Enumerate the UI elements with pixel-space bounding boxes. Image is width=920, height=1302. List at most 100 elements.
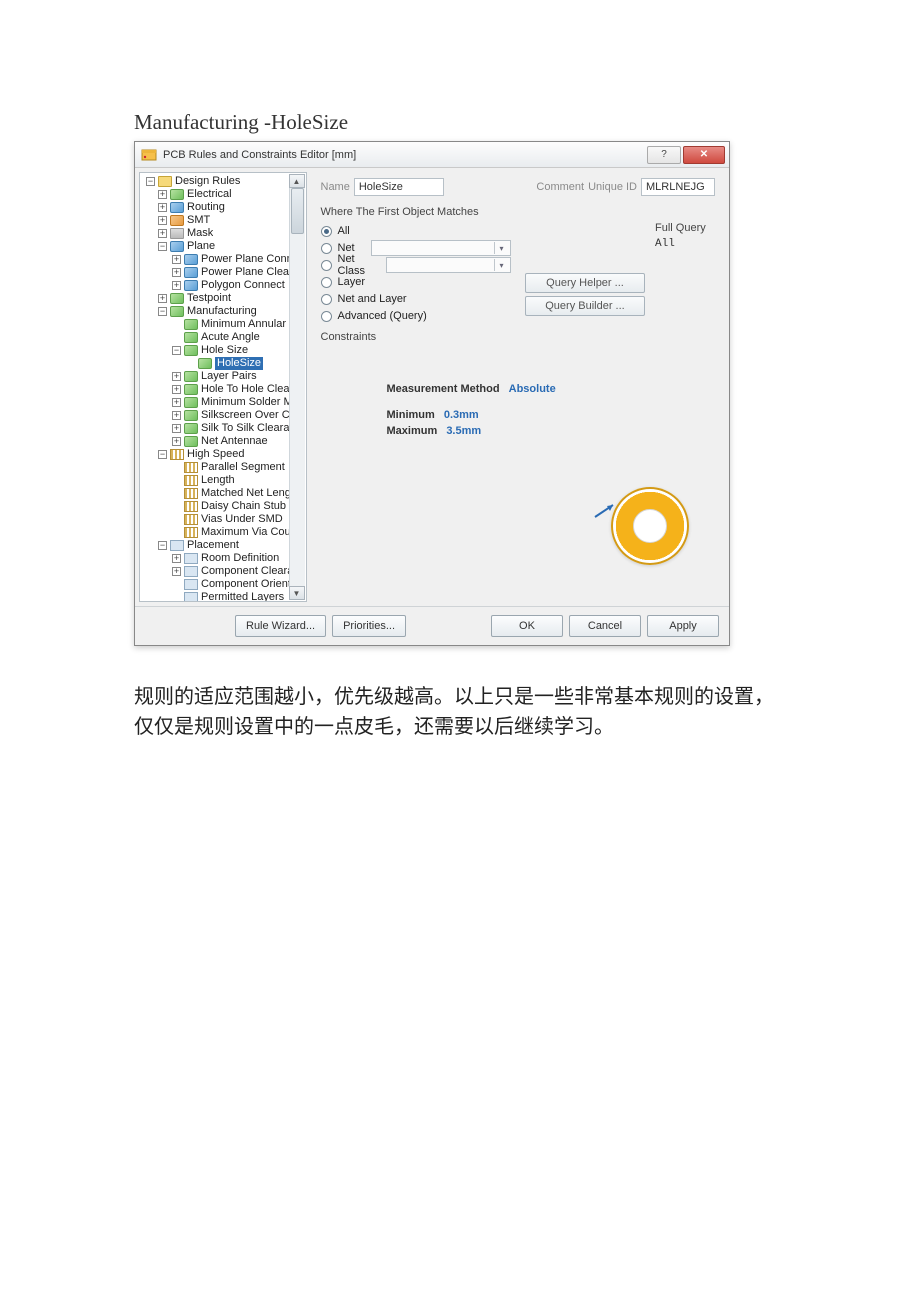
tree-item-manufacturing[interactable]: Manufacturing <box>187 305 257 318</box>
rule-icon <box>198 358 212 369</box>
expand-icon[interactable] <box>172 268 181 277</box>
rule-icon <box>184 423 198 434</box>
close-button[interactable] <box>683 146 725 164</box>
netclass-combo[interactable]: ▾ <box>386 257 511 273</box>
radio-all[interactable] <box>321 226 332 237</box>
radio-layer[interactable] <box>321 277 332 288</box>
radio-netclass-label: Net Class <box>338 253 380 277</box>
query-builder-button[interactable]: Query Builder ... <box>525 296 645 316</box>
expand-icon[interactable] <box>172 372 181 381</box>
scroll-down-button[interactable] <box>289 586 305 600</box>
tree-item[interactable]: Parallel Segment <box>201 461 285 474</box>
expand-icon[interactable] <box>158 307 167 316</box>
rule-icon <box>184 397 198 408</box>
expand-icon[interactable] <box>158 294 167 303</box>
scrollbar-track[interactable] <box>289 188 305 586</box>
full-query-value: All <box>655 238 715 250</box>
body-paragraph: 规则的适应范围越小，优先级越高。以上只是一些非常基本规则的设置，仅仅是规则设置中… <box>134 682 774 742</box>
category-icon <box>170 540 184 551</box>
scroll-up-button[interactable] <box>289 174 305 188</box>
radio-netlayer[interactable] <box>321 294 332 305</box>
tree-item[interactable]: Mask <box>187 227 213 240</box>
tree-item[interactable]: Placement <box>187 539 239 552</box>
tree-item[interactable]: Length <box>201 474 235 487</box>
uid-input[interactable] <box>641 178 715 196</box>
priorities-button[interactable]: Priorities... <box>332 615 406 637</box>
expand-icon[interactable] <box>158 190 167 199</box>
rules-tree[interactable]: Design Rules Electrical Routing SMT Mask… <box>139 172 307 602</box>
expand-icon[interactable] <box>172 281 181 290</box>
net-combo[interactable]: ▾ <box>371 240 511 256</box>
minimum-value[interactable]: 0.3mm <box>444 409 479 421</box>
folder-icon <box>158 176 172 187</box>
tree-item[interactable]: Testpoint <box>187 292 231 305</box>
tree-item[interactable]: Permitted Layers <box>201 591 284 602</box>
dialog-footer: Rule Wizard... Priorities... OK Cancel A… <box>135 606 729 645</box>
cancel-button[interactable]: Cancel <box>569 615 641 637</box>
radio-advanced[interactable] <box>321 311 332 322</box>
expand-icon[interactable] <box>158 203 167 212</box>
radio-netlayer-label: Net and Layer <box>338 293 407 305</box>
radio-netclass[interactable] <box>321 260 332 271</box>
tree-item[interactable]: Routing <box>187 201 225 214</box>
measurement-method-value[interactable]: Absolute <box>509 383 556 395</box>
expand-icon[interactable] <box>158 541 167 550</box>
tree-item-holesize-selected[interactable]: HoleSize <box>215 357 263 370</box>
rule-wizard-button[interactable]: Rule Wizard... <box>235 615 326 637</box>
expand-icon[interactable] <box>158 216 167 225</box>
expand-icon[interactable] <box>172 398 181 407</box>
tree-item[interactable]: Net Antennae <box>201 435 268 448</box>
window-title: PCB Rules and Constraints Editor [mm] <box>163 149 639 161</box>
radio-net[interactable] <box>321 243 332 254</box>
tree-item[interactable]: SMT <box>187 214 210 227</box>
expand-icon[interactable] <box>172 554 181 563</box>
expand-icon[interactable] <box>172 255 181 264</box>
minimum-label: Minimum <box>387 409 435 421</box>
category-icon <box>170 215 184 226</box>
tree-item[interactable]: Room Definition <box>201 552 279 565</box>
expand-icon[interactable] <box>172 567 181 576</box>
scrollbar-thumb[interactable] <box>291 188 304 234</box>
category-icon <box>170 189 184 200</box>
expand-icon[interactable] <box>158 229 167 238</box>
full-query-label: Full Query <box>655 222 715 234</box>
maximum-value[interactable]: 3.5mm <box>446 425 481 437</box>
query-helper-button[interactable]: Query Helper ... <box>525 273 645 293</box>
tree-item[interactable]: Hole Size <box>201 344 248 357</box>
rule-icon <box>184 371 198 382</box>
rule-settings-panel: Name Comment Unique ID Where The First O… <box>311 172 726 602</box>
expand-icon[interactable] <box>158 450 167 459</box>
expand-icon[interactable] <box>172 385 181 394</box>
expand-icon[interactable] <box>146 177 155 186</box>
category-icon <box>170 293 184 304</box>
rule-icon <box>184 345 198 356</box>
expand-icon[interactable] <box>158 242 167 251</box>
page-title: Manufacturing -HoleSize <box>134 110 792 135</box>
chevron-down-icon: ▾ <box>494 242 508 254</box>
ok-button[interactable]: OK <box>491 615 563 637</box>
tree-item[interactable]: Layer Pairs <box>201 370 257 383</box>
tree-item[interactable]: Electrical <box>187 188 232 201</box>
name-input[interactable] <box>354 178 444 196</box>
tree-item[interactable]: Maximum Via Count <box>201 526 300 539</box>
expand-icon[interactable] <box>172 346 181 355</box>
expand-icon[interactable] <box>172 424 181 433</box>
expand-icon[interactable] <box>172 411 181 420</box>
chevron-down-icon: ▾ <box>494 259 508 271</box>
rule-icon <box>184 553 198 564</box>
rule-icon <box>184 501 198 512</box>
dialog-window: PCB Rules and Constraints Editor [mm] De… <box>134 141 730 646</box>
radio-advanced-label: Advanced (Query) <box>338 310 427 322</box>
tree-root[interactable]: Design Rules <box>175 175 240 188</box>
apply-button[interactable]: Apply <box>647 615 719 637</box>
rule-icon <box>184 332 198 343</box>
tree-item[interactable]: Vias Under SMD <box>201 513 283 526</box>
category-icon <box>170 202 184 213</box>
expand-icon[interactable] <box>172 437 181 446</box>
tree-item[interactable]: High Speed <box>187 448 245 461</box>
tree-item[interactable]: Acute Angle <box>201 331 260 344</box>
tree-item[interactable]: Plane <box>187 240 215 253</box>
titlebar[interactable]: PCB Rules and Constraints Editor [mm] <box>135 142 729 168</box>
rule-icon <box>184 579 198 590</box>
help-button[interactable] <box>647 146 681 164</box>
